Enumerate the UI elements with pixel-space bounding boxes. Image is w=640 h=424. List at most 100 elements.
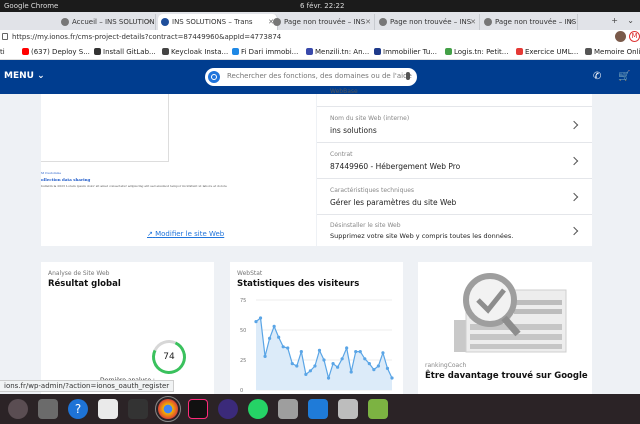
bookmark-3[interactable]: Fi Dari immobi...: [232, 48, 298, 56]
status-bar-url: ions.fr/wp-admin/?action=ionos_oauth_reg…: [0, 380, 175, 392]
info-row-site-name[interactable]: Nom du site Web (interne) ins solutions: [317, 106, 592, 142]
site-info-icon[interactable]: [2, 33, 8, 40]
menu-button[interactable]: MENU ⌄: [4, 71, 45, 81]
shutdown-icon[interactable]: [8, 399, 28, 419]
bookmark-2[interactable]: Keycloak Insta...: [162, 48, 228, 56]
site-name-value: ins solutions: [330, 126, 377, 135]
terminal-icon[interactable]: [128, 399, 148, 419]
profile-avatar[interactable]: [615, 31, 626, 42]
chrome-icon[interactable]: [155, 396, 181, 422]
visitor-point[interactable]: [381, 351, 385, 355]
tab-search-chevron-icon[interactable]: ⌄: [627, 16, 634, 25]
wordpress-favicon-icon: [273, 18, 281, 26]
visitor-point[interactable]: [345, 346, 349, 350]
apps-bookmark[interactable]: iti: [0, 48, 5, 56]
visitor-point[interactable]: [372, 368, 376, 372]
ranking-coach-card[interactable]: rankingCoach Être davantage trouvé sur G…: [418, 262, 592, 394]
os-clock[interactable]: 6 févr. 22:22: [300, 0, 344, 12]
url-text[interactable]: https://my.ionos.fr/cms-project-details?…: [12, 30, 281, 44]
close-tab-icon[interactable]: ✕: [146, 14, 152, 30]
bookmark-5[interactable]: Immobilier Tu...: [374, 48, 437, 56]
visitor-point[interactable]: [358, 350, 362, 354]
visitor-point[interactable]: [263, 354, 267, 358]
search-input[interactable]: Rechercher des fonctions, des domaines o…: [205, 68, 417, 86]
visitor-point[interactable]: [349, 370, 353, 374]
tab-title: Page non trouvée – INS: [390, 18, 472, 26]
visitor-point[interactable]: [304, 372, 308, 376]
calendar-icon[interactable]: [98, 399, 118, 419]
bookmark-8[interactable]: Memoire Onli: [585, 48, 640, 56]
recycle-icon[interactable]: [368, 399, 388, 419]
analysis-title: Résultat global: [48, 279, 121, 289]
files-icon[interactable]: [38, 399, 58, 419]
address-bar[interactable]: https://my.ionos.fr/cms-project-details?…: [0, 30, 640, 44]
close-tab-icon[interactable]: ✕: [568, 14, 574, 30]
info-row-contract[interactable]: Contrat 87449960 - Hébergement Web Pro: [317, 142, 592, 178]
bookmark-7[interactable]: Exercice UML...: [516, 48, 578, 56]
visitor-point[interactable]: [326, 376, 331, 380]
visitor-point[interactable]: [322, 358, 326, 362]
visitor-point[interactable]: [295, 364, 299, 368]
immobilier-icon: [374, 48, 381, 55]
app-icon[interactable]: [338, 399, 358, 419]
visitor-point[interactable]: [286, 346, 290, 350]
bookmark-label: Menzili.tn: An...: [315, 48, 370, 56]
tab-accueil[interactable]: Accueil – INS SOLUTIONS ✕: [58, 14, 156, 30]
visitor-point[interactable]: [376, 364, 380, 368]
visitor-point[interactable]: [385, 366, 390, 370]
site-analysis-card[interactable]: Analyse de Site Web Résultat global 74 D…: [41, 262, 214, 394]
chevron-right-icon: [569, 192, 579, 202]
tab-title: Page non trouvée – INS: [495, 18, 577, 26]
score-value: 74: [163, 352, 175, 362]
tab-strip: Accueil – INS SOLUTIONS ✕ INS SOLUTIONS …: [0, 12, 640, 30]
visitor-point[interactable]: [390, 376, 394, 380]
profile-badge[interactable]: M: [629, 31, 640, 42]
modify-site-link[interactable]: ↗ Modifier le site Web: [147, 230, 224, 238]
visitor-point[interactable]: [313, 364, 317, 368]
visitor-point[interactable]: [290, 362, 294, 366]
cart-icon[interactable]: 🛒: [618, 71, 630, 82]
visitor-point[interactable]: [281, 345, 285, 349]
phone-icon[interactable]: ✆: [593, 71, 601, 82]
whatsapp-icon[interactable]: [248, 399, 268, 419]
vscode-icon[interactable]: [308, 399, 328, 419]
tab-page-non-trouvee-1[interactable]: Page non trouvée – INS ✕: [270, 14, 375, 30]
bookmark-0[interactable]: (637) Deploy S...: [22, 48, 90, 56]
info-row-technical[interactable]: Caractéristiques techniques Gérer les pa…: [317, 178, 592, 214]
new-tab-icon[interactable]: +: [611, 16, 618, 25]
visitor-point[interactable]: [331, 362, 335, 366]
eclipse-icon[interactable]: [218, 399, 238, 419]
visitor-point[interactable]: [258, 316, 263, 320]
visitor-point[interactable]: [336, 365, 340, 369]
screenshot-icon[interactable]: [278, 399, 298, 419]
visitor-point[interactable]: [308, 369, 312, 373]
visitor-point[interactable]: [317, 348, 322, 352]
youtube-icon: [22, 48, 29, 55]
close-tab-icon[interactable]: ✕: [365, 14, 371, 30]
visitor-point[interactable]: [363, 357, 367, 361]
info-row-uninstall[interactable]: Désinstaller le site Web Supprimez votre…: [317, 214, 592, 246]
bookmark-1[interactable]: Install GitLab...: [94, 48, 156, 56]
intellij-icon[interactable]: [188, 399, 208, 419]
tab-ins-solutions[interactable]: INS SOLUTIONS – Trans ✕: [158, 14, 278, 30]
visitor-point[interactable]: [254, 320, 258, 324]
webstat-card[interactable]: WebStat Statistiques des visiteurs 75 50 2…: [230, 262, 403, 394]
tab-page-non-trouvee-2[interactable]: Page non trouvée – INS ✕: [376, 14, 480, 30]
bookmark-4[interactable]: Menzili.tn: An...: [306, 48, 369, 56]
visitor-point[interactable]: [277, 335, 281, 339]
search-icon[interactable]: [208, 71, 220, 83]
visitor-chart: 7550250: [240, 298, 394, 394]
bookmark-6[interactable]: Logis.tn: Petit...: [445, 48, 508, 56]
visitor-point[interactable]: [272, 324, 276, 328]
visitor-point[interactable]: [354, 350, 358, 354]
help-icon[interactable]: ?: [68, 399, 88, 419]
visitor-point[interactable]: [340, 357, 344, 361]
site-preview-thumbnail[interactable]: [41, 94, 169, 162]
visitor-point[interactable]: [268, 336, 272, 340]
close-tab-icon[interactable]: ✕: [470, 14, 476, 30]
tab-page-non-trouvee-3[interactable]: Page non trouvée – INS ✕: [481, 14, 578, 30]
microphone-icon[interactable]: [406, 72, 410, 80]
visitor-point[interactable]: [367, 362, 371, 366]
visitor-point[interactable]: [299, 350, 303, 354]
technical-label: Caractéristiques techniques: [330, 187, 415, 194]
